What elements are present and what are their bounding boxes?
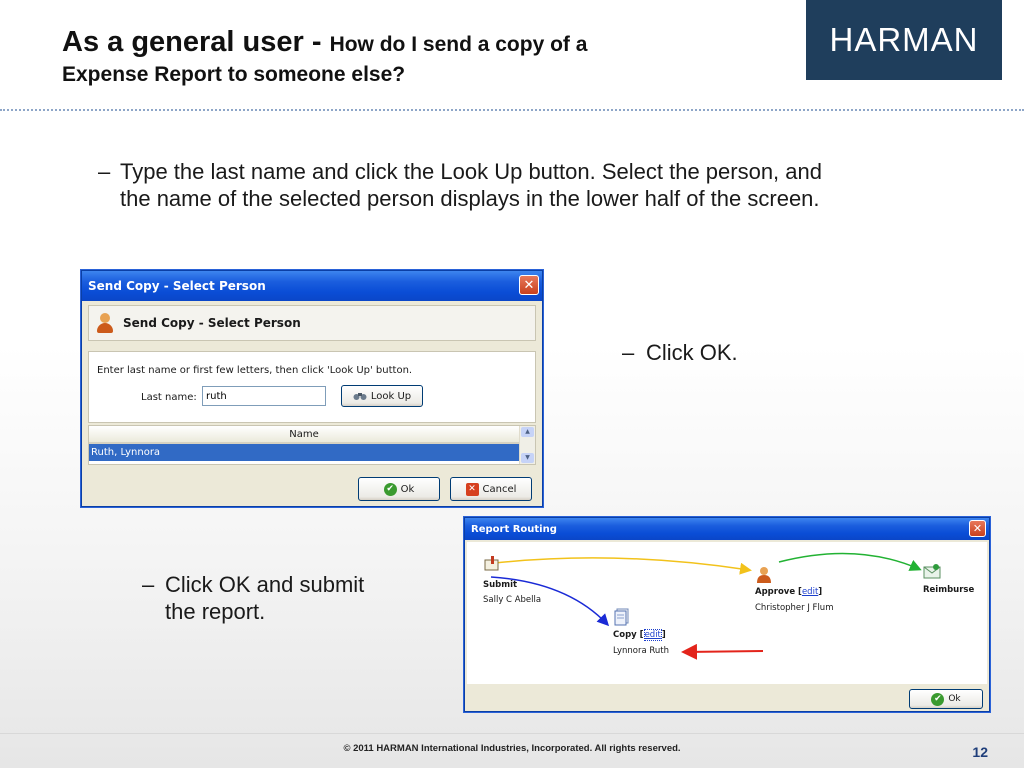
- reimburse-envelope-icon: [923, 564, 941, 579]
- title-divider: [0, 109, 1024, 111]
- bullet-lookup-line2: the name of the selected person displays…: [120, 186, 820, 211]
- search-instruction: Enter last name or first few letters, th…: [97, 365, 413, 376]
- cancel-button[interactable]: ✕ Cancel: [450, 477, 532, 501]
- slide-title-rest: How do I send a copy of a: [329, 33, 588, 56]
- copy-edit-link[interactable]: edit: [643, 629, 662, 641]
- cancel-button-label: Cancel: [482, 483, 517, 495]
- approve-label: Approve: [755, 587, 796, 597]
- close-icon[interactable]: ✕: [519, 275, 539, 295]
- bullet-click-ok-text: Click OK.: [646, 340, 738, 365]
- bullet-submit-line1: Click OK and submit: [165, 572, 365, 597]
- search-form: Enter last name or first few letters, th…: [88, 351, 536, 423]
- check-icon: ✔: [383, 482, 397, 496]
- routing-titlebar[interactable]: Report Routing: [465, 518, 989, 540]
- grid-header-name[interactable]: Name: [89, 426, 519, 444]
- grid-scrollbar[interactable]: ▲ ▼: [519, 426, 535, 464]
- bullet-click-ok-submit: – Click OK and submit the report.: [142, 571, 442, 625]
- arrow-pointer-to-copy: [681, 643, 764, 660]
- copy-person: Lynnora Ruth: [613, 646, 669, 656]
- routing-canvas: Submit Sally C Abella Approve [edit] Chr…: [467, 542, 987, 684]
- copy-document-icon: [614, 608, 629, 626]
- last-name-input[interactable]: [202, 386, 326, 406]
- lookup-button[interactable]: Look Up: [341, 385, 423, 407]
- page-number: 12: [972, 744, 988, 760]
- routing-window-title: Report Routing: [471, 523, 557, 535]
- scroll-down-icon[interactable]: ▼: [521, 453, 534, 463]
- slide-title-bold: As a general user -: [62, 26, 330, 58]
- bullet-lookup-line1: Type the last name and click the Look Up…: [120, 159, 822, 184]
- arrow-approve-to-reimburse: [778, 552, 922, 571]
- ok-button[interactable]: ✔ Ok: [358, 477, 440, 501]
- submit-icon: [484, 556, 499, 571]
- approve-edit-link[interactable]: edit: [802, 587, 818, 597]
- routing-ok-label: Ok: [948, 694, 961, 704]
- approve-person: Christopher J Flum: [755, 603, 834, 613]
- approve-node: Approve [edit]: [755, 587, 823, 597]
- arrow-submit-to-approve: [494, 557, 752, 575]
- close-icon[interactable]: ✕: [969, 520, 986, 537]
- submit-person: Sally C Abella: [483, 595, 542, 605]
- check-icon: ✔: [931, 692, 945, 706]
- cancel-icon: ✕: [465, 482, 479, 496]
- reimburse-label: Reimburse: [923, 585, 975, 595]
- slide-title-line2: Expense Report to someone else?: [62, 63, 406, 86]
- copy-node: Copy [edit]: [613, 629, 666, 641]
- routing-ok-button[interactable]: ✔ Ok: [909, 689, 983, 709]
- dialog-header: Send Copy - Select Person: [88, 305, 536, 341]
- lookup-button-label: Look Up: [370, 390, 412, 402]
- grid-row[interactable]: Ruth, Lynnora: [89, 444, 519, 461]
- select-person-titlebar[interactable]: Send Copy - Select Person: [82, 271, 542, 301]
- last-name-label: Last name:: [141, 392, 197, 403]
- dialog-header-text: Send Copy - Select Person: [123, 316, 301, 330]
- bullet-click-ok: – Click OK.: [622, 339, 822, 366]
- routing-arrows: [490, 552, 922, 660]
- slide-title: As a general user - How do I send a copy…: [62, 26, 782, 87]
- bullet-dash: –: [622, 340, 635, 365]
- bullet-submit-line2: the report.: [165, 599, 266, 624]
- copy-label: Copy: [613, 630, 637, 640]
- bullet-dash: –: [142, 572, 155, 597]
- submit-label: Submit: [483, 580, 518, 590]
- results-grid: Name Ruth, Lynnora ▲ ▼: [88, 425, 536, 465]
- ok-button-label: Ok: [400, 483, 415, 495]
- report-routing-dialog: Report Routing ✕ Submit Sally C Abella A…: [464, 517, 990, 712]
- bullet-lookup-instructions: – Type the last name and click the Look …: [98, 158, 978, 212]
- scroll-up-icon[interactable]: ▲: [521, 427, 534, 437]
- binoculars-icon: [353, 393, 367, 400]
- select-person-window-title: Send Copy - Select Person: [88, 279, 266, 293]
- copyright-text: © 2011 HARMAN International Industries, …: [343, 743, 681, 754]
- person-icon: [95, 312, 115, 334]
- select-person-dialog: Send Copy - Select Person ✕ Send Copy - …: [81, 270, 543, 507]
- approver-person-icon: [757, 567, 771, 583]
- slide-footer: © 2011 HARMAN International Industries, …: [0, 733, 1024, 768]
- harman-logo: HARMAN: [806, 0, 1002, 80]
- bullet-dash: –: [98, 159, 111, 184]
